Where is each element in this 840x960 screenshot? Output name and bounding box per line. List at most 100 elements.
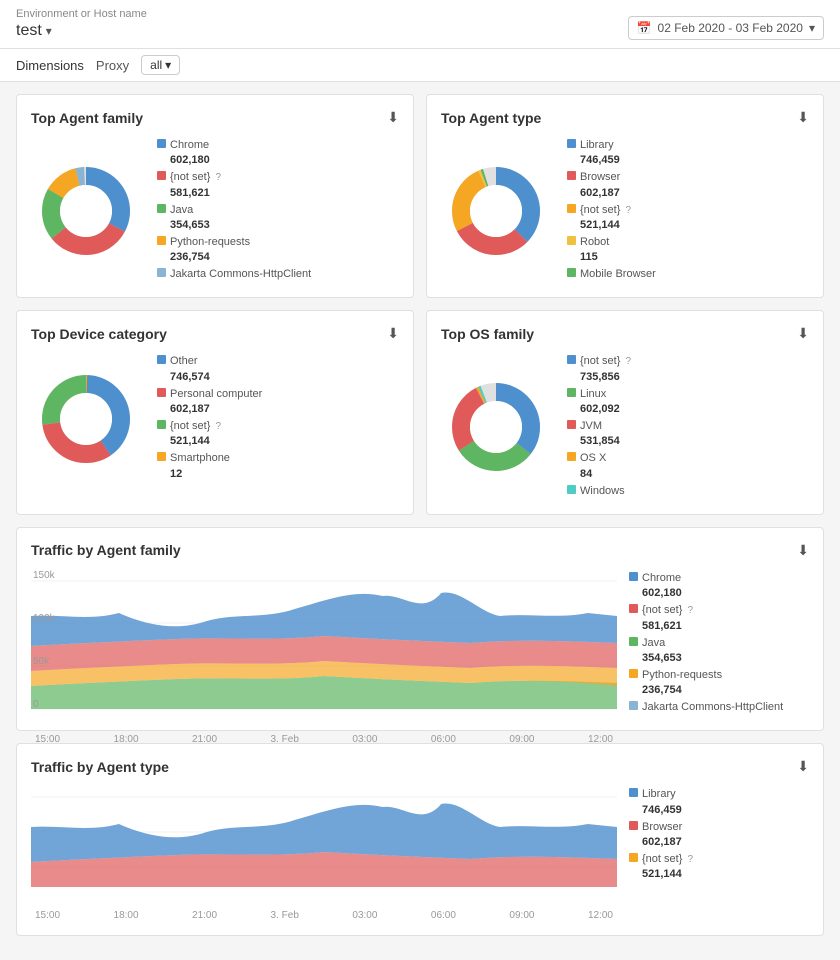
date-dropdown-icon: ▾ [809, 21, 815, 35]
top-os-family-title: Top OS family ⬇ [441, 325, 809, 342]
agent-family-donut-container: Chrome 602,180 {not set} ? 581,621 Java … [31, 138, 399, 283]
help-icon: ? [687, 854, 693, 865]
chrome2-color [629, 572, 638, 581]
legend-item: Jakarta Commons-HttpClient [629, 700, 809, 714]
env-select[interactable]: test ▾ [16, 22, 147, 40]
dimensions-label: Dimensions [16, 58, 84, 73]
agent-family-donut-chart [31, 156, 141, 266]
browser2-color [629, 821, 638, 830]
traffic-agent-family-chart: 15:00 18:00 21:00 3. Feb 03:00 06:00 09:… [31, 571, 617, 716]
os-family-legend: {not set} ? 735,856 Linux 602,092 JVM 53… [567, 354, 631, 499]
x-label: 03:00 [352, 734, 377, 745]
x-label: 03:00 [352, 910, 377, 921]
env-section: Environment or Host name test ▾ [16, 8, 147, 40]
osx-color [567, 452, 576, 461]
date-range-text: 02 Feb 2020 - 03 Feb 2020 [658, 21, 803, 35]
traffic-agent-type-card: Traffic by Agent type ⬇ 15:00 18:00 [16, 743, 824, 936]
library-color [567, 139, 576, 148]
notset2-color [567, 204, 576, 213]
python2-color [629, 669, 638, 678]
device-category-donut-container: Other 746,574 Personal computer 602,187 … [31, 354, 399, 483]
legend-item: {not set} ? [567, 354, 631, 368]
top-agent-type-card: Top Agent type ⬇ [426, 94, 824, 298]
library2-color [629, 788, 638, 797]
x-axis-labels: 15:00 18:00 21:00 3. Feb 03:00 06:00 09:… [31, 734, 617, 745]
smartphone-color [157, 452, 166, 461]
legend-item: Library [567, 138, 656, 152]
windows-color [567, 485, 576, 494]
top-os-family-card: Top OS family ⬇ [426, 310, 824, 514]
download-traffic-agent-type-button[interactable]: ⬇ [797, 758, 809, 775]
java2-color [629, 637, 638, 646]
traffic-agent-family-svg [31, 571, 617, 731]
mobile-browser-color [567, 268, 576, 277]
env-name: test [16, 22, 42, 40]
os-family-donut-container: {not set} ? 735,856 Linux 602,092 JVM 53… [441, 354, 809, 499]
legend-item: Robot [567, 235, 656, 249]
traffic-agent-type-svg [31, 787, 617, 907]
main-content: Top Agent family ⬇ [0, 82, 840, 960]
top-agent-type-title: Top Agent type ⬇ [441, 109, 809, 126]
dropdown-arrow-icon[interactable]: ▾ [46, 24, 52, 38]
download-os-family-button[interactable]: ⬇ [797, 325, 809, 342]
download-agent-family-button[interactable]: ⬇ [387, 109, 399, 126]
notset5-color [629, 604, 638, 613]
agent-type-legend: Library 746,459 Browser 602,187 {not set… [567, 138, 656, 283]
help-icon: ? [625, 205, 631, 216]
legend-item: Chrome [629, 571, 809, 585]
legend-item: Library [629, 787, 809, 801]
x-label: 06:00 [431, 910, 456, 921]
jakarta2-color [629, 701, 638, 710]
calendar-icon: 📅 [637, 21, 652, 35]
os-family-donut-chart [441, 372, 551, 482]
legend-item: Linux [567, 387, 631, 401]
agent-type-donut-chart [441, 156, 551, 266]
legend-item: Python-requests [157, 235, 311, 249]
device-category-donut-chart [31, 364, 141, 474]
env-label: Environment or Host name [16, 8, 147, 20]
proxy-label: Proxy [96, 58, 129, 73]
all-value: all [150, 58, 162, 72]
agent-family-legend: Chrome 602,180 {not set} ? 581,621 Java … [157, 138, 311, 283]
second-charts-row: Top Device category ⬇ [16, 310, 824, 514]
top-device-category-title: Top Device category ⬇ [31, 325, 399, 342]
x-label: 09:00 [509, 734, 534, 745]
legend-item: Browser [629, 820, 809, 834]
legend-item: JVM [567, 419, 631, 433]
chrome-color [157, 139, 166, 148]
legend-item: Smartphone [157, 451, 262, 465]
x-label: 3. Feb [271, 910, 299, 921]
legend-item: {not set} ? [567, 203, 656, 217]
traffic-agent-family-legend: Chrome 602,180 {not set} ? 581,621 Java … [629, 571, 809, 716]
robot-color [567, 236, 576, 245]
legend-item: Chrome [157, 138, 311, 152]
top-agent-family-card: Top Agent family ⬇ [16, 94, 414, 298]
legend-item: {not set} ? [157, 170, 311, 184]
browser-color [567, 171, 576, 180]
x-label: 21:00 [192, 734, 217, 745]
personal-computer-color [157, 388, 166, 397]
x-label: 21:00 [192, 910, 217, 921]
traffic-agent-family-card: Traffic by Agent family ⬇ [16, 527, 824, 731]
help-icon: ? [215, 172, 221, 183]
jvm-color [567, 420, 576, 429]
python-color [157, 236, 166, 245]
date-range-picker[interactable]: 📅 02 Feb 2020 - 03 Feb 2020 ▾ [628, 16, 824, 40]
download-agent-type-button[interactable]: ⬇ [797, 109, 809, 126]
legend-item: Python-requests [629, 668, 809, 682]
java-color [157, 204, 166, 213]
help-icon: ? [687, 605, 693, 616]
x-label: 15:00 [35, 910, 60, 921]
x-label: 12:00 [588, 910, 613, 921]
all-dropdown[interactable]: all ▾ [141, 55, 180, 75]
download-traffic-agent-family-button[interactable]: ⬇ [797, 542, 809, 559]
download-device-category-button[interactable]: ⬇ [387, 325, 399, 342]
help-icon: ? [625, 356, 631, 367]
traffic-agent-type-chart: 15:00 18:00 21:00 3. Feb 03:00 06:00 09:… [31, 787, 617, 921]
help-icon: ? [215, 421, 221, 432]
agent-type-donut-container: Library 746,459 Browser 602,187 {not set… [441, 138, 809, 283]
x-label: 18:00 [114, 910, 139, 921]
legend-item: Java [157, 203, 311, 217]
notset-color [157, 171, 166, 180]
traffic-agent-type-title: Traffic by Agent type ⬇ [31, 758, 809, 775]
